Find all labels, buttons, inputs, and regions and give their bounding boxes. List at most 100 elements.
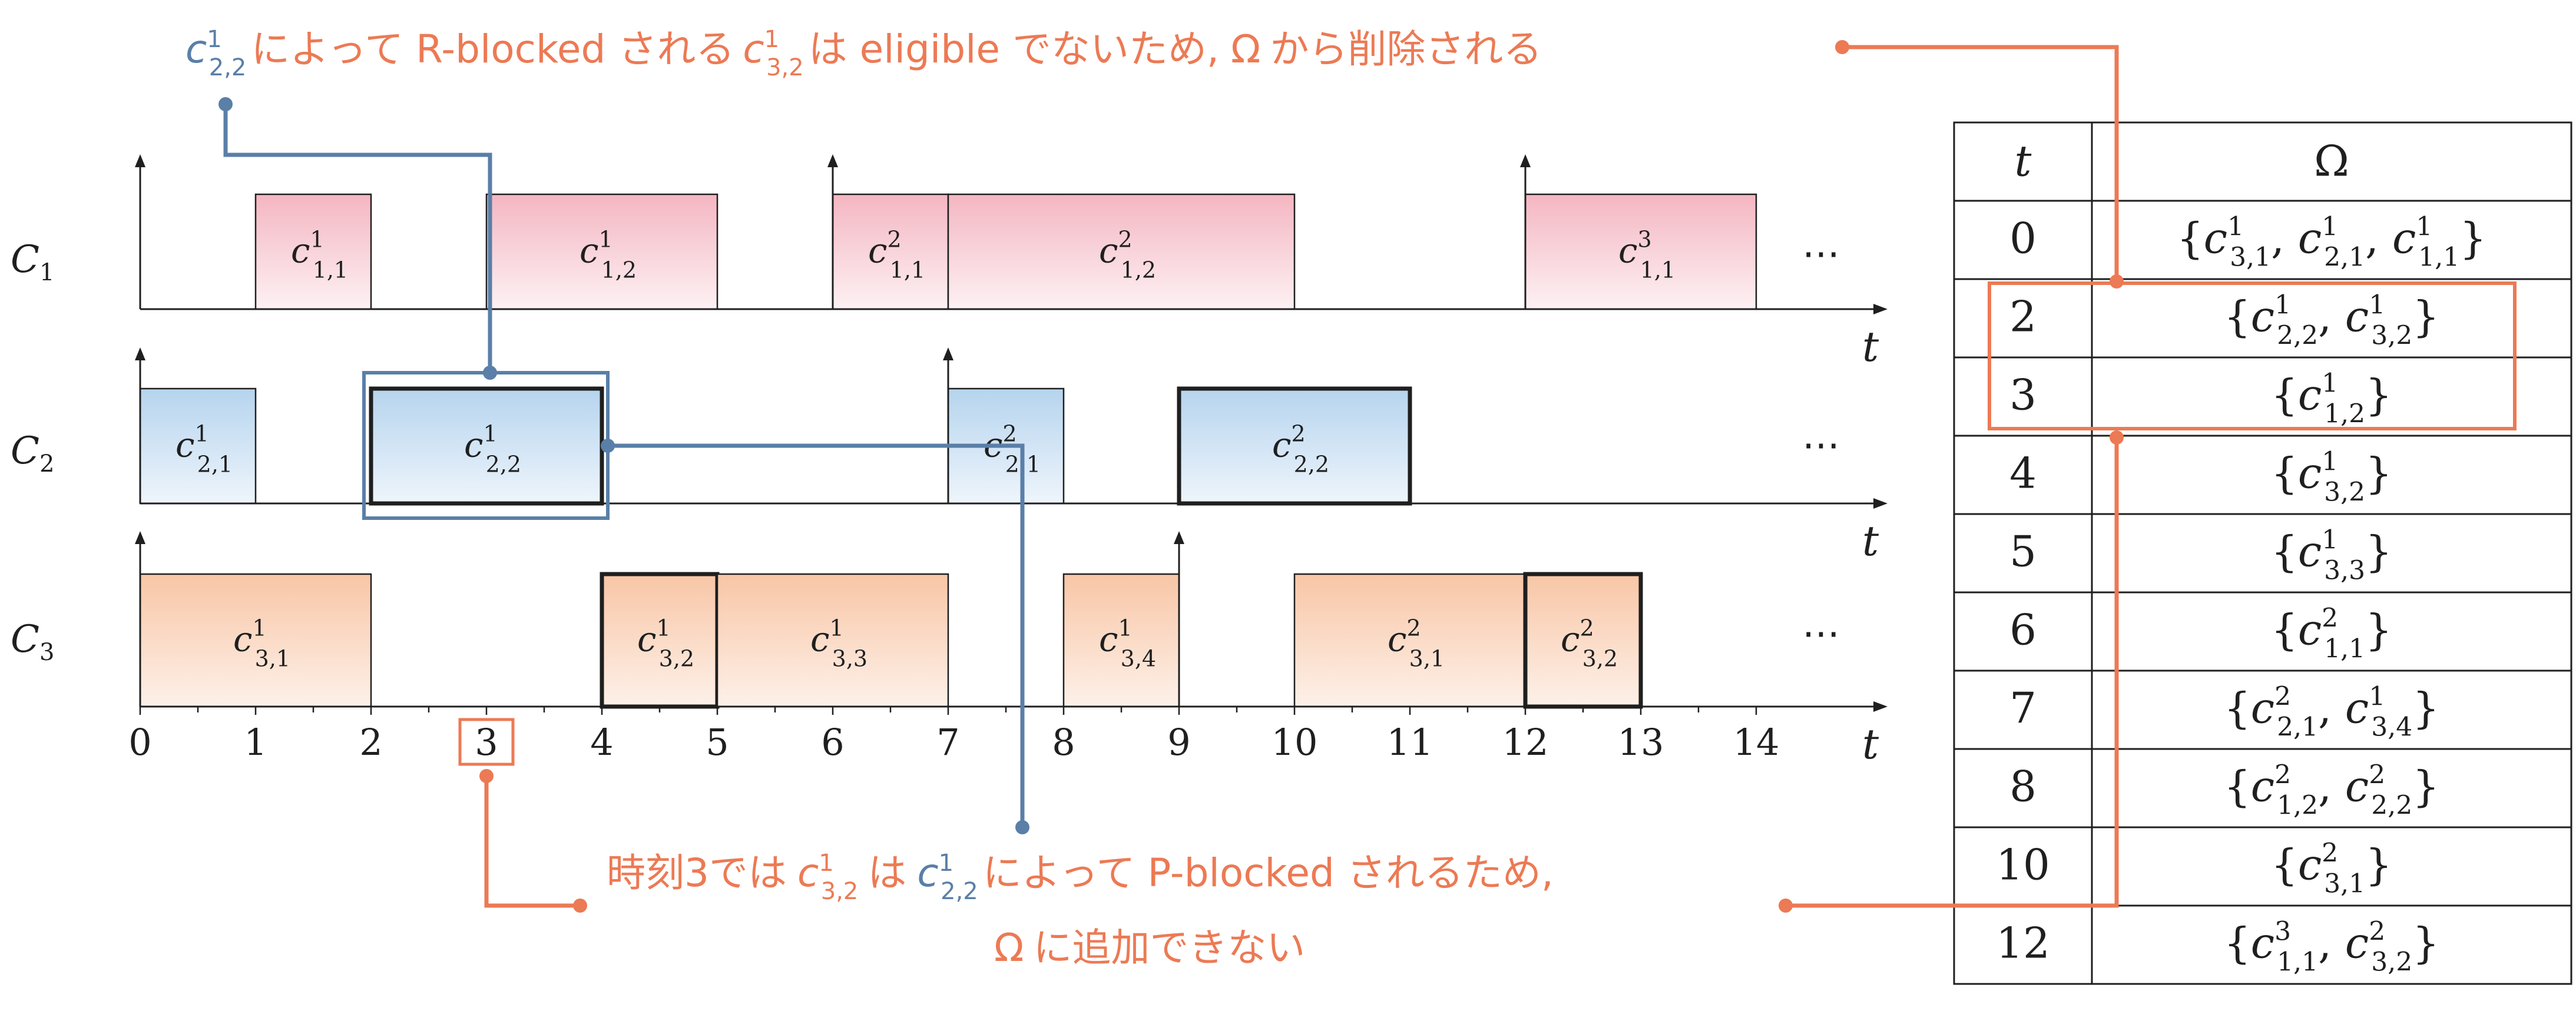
table-header-t: t [2015,137,2032,186]
term-sub: 3,1 [2230,243,2271,273]
connector-dot [2110,430,2124,445]
job-label-sub: 2,2 [1294,452,1329,478]
job-ref-base: c [186,26,207,72]
job-label-base: c [1388,619,1406,659]
term-separator: , [2318,919,2345,968]
table-cell-t: 6 [2009,605,2037,655]
brace-close: } [2412,292,2439,342]
term-sub: 1,1 [2277,947,2318,977]
axis-var: t [1862,517,1879,565]
brace-open: { [2271,527,2298,576]
job-label-sup: 1 [194,421,208,447]
job-label-base: c [1099,619,1118,659]
brace-open: { [2224,292,2251,342]
term-base: c [2204,214,2227,263]
job-label-sup: 1 [598,227,612,253]
term-sub: 3,2 [2371,947,2412,977]
connector-dot [218,97,233,111]
job-label-base: c [1618,231,1637,271]
term-sub: 2,1 [2277,712,2318,742]
term-base: c [2298,527,2322,576]
brace-close: } [2412,684,2439,733]
job-ref-sup: 1 [939,850,953,877]
term-sup: 1 [2416,212,2432,242]
arrival-arrow-head [135,347,145,360]
table-header-omega: Ω [2314,137,2349,186]
term-sub: 1,2 [2277,791,2318,821]
connector-dot [601,439,615,453]
job-label-base: c [637,619,656,659]
tick-label: 8 [1052,721,1075,764]
job-label-sub: 1,1 [313,257,348,283]
term-sub: 2,2 [2277,321,2318,351]
tick-label: 12 [1502,721,1549,764]
term-sup: 2 [2274,760,2291,790]
term-base: c [2251,684,2274,733]
ellipsis-glyph: ⋯ [1802,423,1840,467]
term-base: c [2298,840,2322,890]
term-base: c [2298,214,2322,263]
term-sub: 3,3 [2324,556,2365,586]
term-sub: 1,2 [2324,399,2365,429]
job-label-sub: 3,4 [1121,646,1156,672]
row-label: C3 [11,618,54,666]
job-ref-sub: 2,2 [941,878,978,905]
job-label-base: c [233,619,252,659]
job-ref-sup: 1 [764,26,779,53]
term-separator: , [2318,292,2345,342]
job-label-base: c [291,231,310,271]
job-label-sup: 1 [829,615,843,641]
term-sup: 1 [2274,290,2291,320]
tick-label: 6 [821,721,844,764]
schedule-diagram: C1 c1 1,1 c1 1,2 c2 1,1 c2 1,2 c3 1,1 t ⋯ C2 c1 2,1 c1 2,… [0,0,2576,1008]
row-label: C1 [11,238,54,286]
tick-label: 3 [475,721,498,764]
diagram-canvas: C1c1 1,1 c1 1,2 c2 1,1 c2 1,2 c3 1,1t⋯C2 c1 2,1 c1 2,… [11,26,2572,985]
term-base: c [2298,370,2322,420]
row-label-index: 3 [39,639,54,666]
term-base: c [2251,762,2274,811]
ellipsis: ⋯ [1802,612,1840,655]
ellipsis: ⋯ [1802,232,1840,276]
omega-table: tΩ0{c13,1​, c12,1​, c11,1​}2{c12,2​, c13… [1953,121,2572,985]
term-base: c [2345,292,2369,342]
term-base: c [2298,449,2322,498]
job-ref-sub: 2,2 [209,54,247,81]
term-base: c [2345,762,2369,811]
axis-t-label: t [1862,323,1879,371]
term-base: c [2345,684,2369,733]
job-label-sup: 1 [483,421,497,447]
row-label-letter: C [11,618,39,661]
term-sub: 1,1 [2418,243,2459,273]
job-label-sub: 3,1 [1409,646,1445,672]
job-label-sup: 2 [1406,615,1421,641]
job-ref-sup: 1 [207,26,221,53]
job-label-base: c [464,425,483,465]
term-sup: 1 [2322,525,2338,555]
table-cell-t: 4 [2009,449,2037,498]
brace-close: } [2412,919,2439,968]
arrival-arrow-head [827,154,838,167]
axis-t-label: t [1862,517,1879,565]
arrival-arrow-head [1520,154,1531,167]
row-label-letter: C [11,238,39,281]
brace-close: } [2459,214,2486,263]
omega-symbol: Ω [1231,26,1260,72]
job-label-sup: 2 [1118,227,1132,253]
term-base: c [2251,919,2274,968]
axis-var: t [1862,720,1879,768]
connector-dot [2110,274,2124,289]
table-cell-t: 8 [2009,762,2037,811]
term-sup: 1 [2369,290,2385,320]
brace-open: { [2271,370,2298,420]
term-sup: 2 [2369,917,2385,947]
tick-label: 11 [1387,721,1433,764]
timeline-chart: C1c1 1,1 c1 1,2 c2 1,1 c2 1,2 c3 1,1t⋯C2 c1 2,1 c1 2,… [11,154,1888,768]
annotation-text: は [868,850,906,896]
row-label: C2 [11,429,54,478]
annotation-text: 時刻3では [607,850,787,896]
term-separator: , [2271,214,2298,263]
term-base: c [2392,214,2416,263]
term-sup: 2 [2322,604,2338,634]
job-label-base: c [868,231,887,271]
